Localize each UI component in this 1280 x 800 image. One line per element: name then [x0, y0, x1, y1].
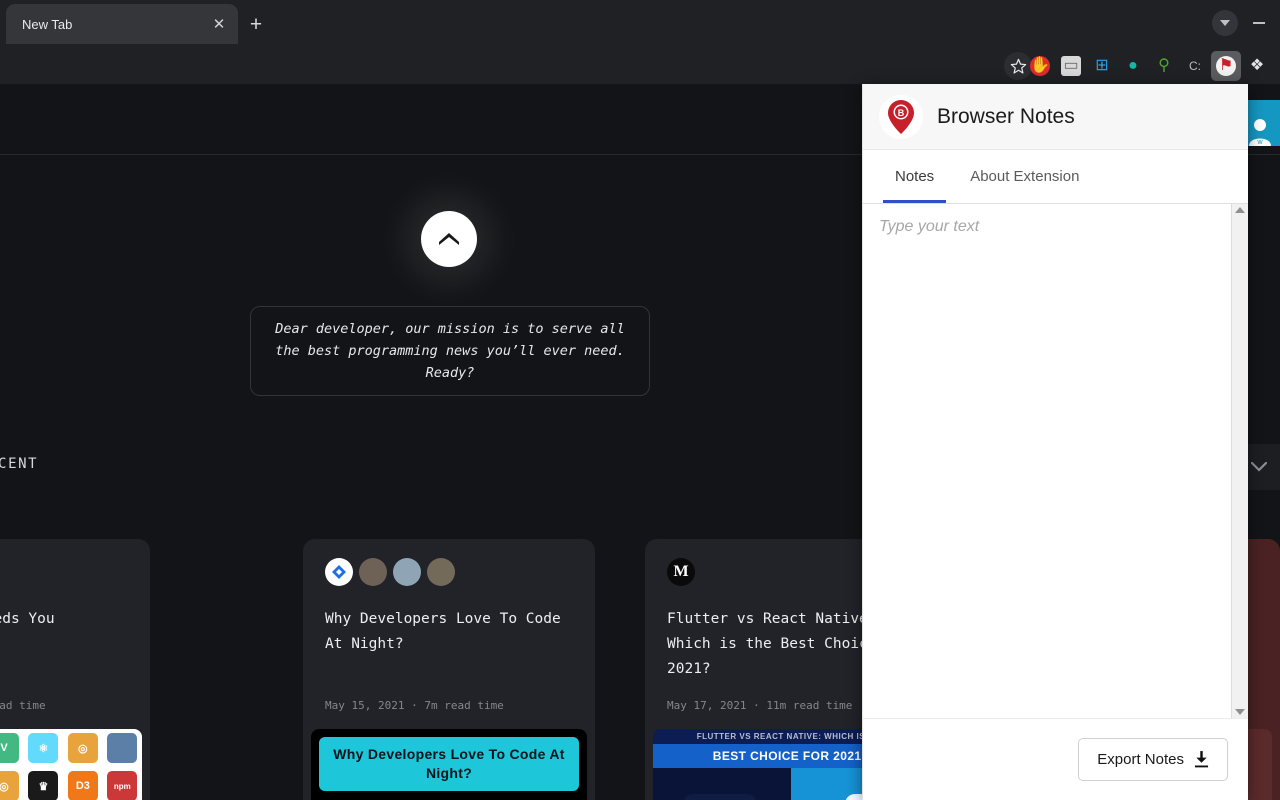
card-title: Why Developers Love To Code At Night? [325, 611, 561, 652]
mission-quote-text: Dear developer, our mission is to serve … [275, 320, 625, 382]
avatar [359, 558, 387, 586]
card-title: pen Source Needs You [0, 611, 55, 627]
tech-logo: ◎ [67, 733, 98, 763]
card-author-avatars [325, 557, 573, 587]
puzzle-extensions-icon[interactable]: ❖ [1242, 51, 1272, 81]
tech-logo: ♛ [28, 771, 59, 800]
article-card[interactable]: S pen Source Needs You y 13, 2021 · 5m r… [0, 539, 150, 800]
popup-tab-bar: Notes About Extension [863, 150, 1248, 204]
browser-notes-icon-glyph: ⚑ [1216, 56, 1236, 76]
download-icon [1194, 751, 1209, 768]
address-bar[interactable] [0, 48, 994, 80]
article-card[interactable]: Why Developers Love To Code At Night? May… [303, 539, 595, 800]
diamond-icon [332, 565, 346, 579]
card-thumbnail: Why Developers Love To Code At Night? [311, 729, 587, 800]
tech-logo [107, 733, 138, 763]
c-drive-icon-glyph: C: [1189, 59, 1201, 73]
flutter-side: Flutter [653, 768, 791, 800]
card-meta: May 17, 2021 · 11m read time [667, 699, 853, 712]
browser-chrome: New Tab ✕ + ✋ ▭ ⊞ ● ⚲ C: ⚑ ❖ [0, 0, 1280, 84]
popup-header: B Browser Notes [863, 84, 1248, 150]
flag-logo-icon [439, 233, 459, 245]
minimize-icon [1253, 22, 1265, 24]
tech-logo: ◎ [0, 771, 19, 800]
popup-footer: Export Notes [863, 718, 1248, 800]
tech-logo: npm [107, 771, 138, 800]
user-avatar-icon: w [1249, 119, 1271, 146]
windows-icon[interactable]: ⊞ [1087, 51, 1117, 81]
window-dropdown-button[interactable] [1212, 10, 1238, 36]
minimize-button[interactable] [1246, 10, 1272, 36]
export-notes-button[interactable]: Export Notes [1078, 738, 1228, 781]
card-thumbnail: ✖VV⚛◎npmTS♟◎♛D3npmBabelJSJSA⬡◔Babel⚡⚛◎◤✖… [0, 729, 142, 800]
adblock-icon-glyph: ✋ [1030, 56, 1050, 76]
notes-scrollbar[interactable] [1231, 204, 1248, 718]
extension-toolbar: ✋ ▭ ⊞ ● ⚲ C: ⚑ ❖ [1025, 50, 1272, 82]
tab-strip: New Tab ✕ + [0, 0, 1280, 44]
notes-input[interactable] [863, 204, 1231, 718]
puzzle-extensions-icon-glyph: ❖ [1249, 57, 1265, 74]
chevron-down-icon [1220, 20, 1230, 26]
person-green-icon[interactable]: ⚲ [1149, 51, 1179, 81]
recent-section-heading: RECENT [0, 456, 39, 472]
browser-tab[interactable]: New Tab ✕ [6, 4, 238, 44]
close-icon[interactable]: ✕ [206, 11, 232, 37]
star-icon [1010, 58, 1026, 74]
avatar: M [667, 558, 695, 586]
grammar-circle-icon-glyph: ● [1128, 57, 1138, 74]
thumbnail-illustration [319, 791, 579, 800]
card-meta: y 13, 2021 · 5m read time [0, 699, 46, 712]
browser-tab-title: New Tab [22, 16, 73, 32]
notes-area [863, 204, 1248, 718]
new-tab-button[interactable]: + [242, 10, 270, 38]
grammar-circle-icon[interactable]: ● [1118, 51, 1148, 81]
adblock-icon[interactable]: ✋ [1025, 51, 1055, 81]
tech-logo: ⚛ [28, 733, 59, 763]
tech-logo: D3 [67, 771, 98, 800]
reader-icon-glyph: ▭ [1061, 56, 1081, 76]
svg-text:w: w [1256, 139, 1263, 146]
card-meta: May 15, 2021 · 7m read time [325, 699, 504, 712]
popup-logo: B [879, 94, 923, 139]
map-pin-b-icon: B [888, 99, 914, 134]
mission-quote-box: Dear developer, our mission is to serve … [250, 306, 650, 396]
browser-notes-icon[interactable]: ⚑ [1211, 51, 1241, 81]
c-drive-icon[interactable]: C: [1180, 51, 1210, 81]
pin-letter: B [898, 108, 905, 118]
card-author-avatars: S [0, 557, 128, 587]
browser-notes-popup: B Browser Notes Notes About Extension Ex… [862, 84, 1248, 800]
tab-about-extension[interactable]: About Extension [952, 150, 1097, 203]
windows-icon-glyph: ⊞ [1095, 57, 1109, 74]
site-logo[interactable] [421, 211, 477, 267]
tab-notes[interactable]: Notes [877, 150, 952, 203]
tech-logo: V [0, 733, 19, 763]
person-green-icon-glyph: ⚲ [1158, 57, 1170, 74]
export-notes-label: Export Notes [1097, 751, 1184, 768]
popup-title: Browser Notes [937, 104, 1075, 128]
avatar [393, 558, 421, 586]
triangle-down-icon[interactable] [1235, 709, 1245, 715]
triangle-up-icon[interactable] [1235, 207, 1245, 213]
avatar [427, 558, 455, 586]
thumbnail-banner-text: Why Developers Love To Code At Night? [319, 737, 579, 791]
flutter-logo-card: Flutter [683, 794, 757, 800]
avatar [325, 558, 353, 586]
tech-logo-grid: ✖VV⚛◎npmTS♟◎♛D3npmBabelJSJSA⬡◔Babel⚡⚛◎◤✖… [0, 729, 142, 800]
chevron-down-icon [1251, 462, 1267, 472]
reader-icon[interactable]: ▭ [1056, 51, 1086, 81]
